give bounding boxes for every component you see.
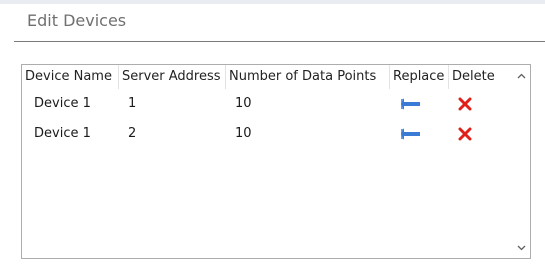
delete-x-icon[interactable] [458,127,472,141]
edit-devices-panel: Edit Devices Device Name Server Address … [0,0,545,268]
server-address-cell: 2 [128,126,137,141]
table-row[interactable]: Device 1 1 10 [22,93,503,115]
scroll-up-button[interactable] [513,67,530,84]
server-address-cell: 1 [128,96,137,111]
scroll-down-button[interactable] [513,239,530,256]
table-row[interactable]: Device 1 2 10 [22,123,503,145]
chevron-down-icon [517,245,526,250]
vertical-scrollbar[interactable] [513,65,530,258]
replace-arrow-icon[interactable] [401,128,421,140]
column-header-replace[interactable]: Replace [390,65,449,89]
data-points-cell: 10 [235,126,252,141]
delete-cell [449,123,503,145]
chevron-up-icon [517,73,526,78]
delete-x-icon[interactable] [458,97,472,111]
device-name-cell: Device 1 [34,126,91,141]
title-divider [14,41,545,42]
delete-cell [449,93,503,115]
grid-header: Device Name Server Address Number of Dat… [22,65,503,89]
replace-cell [390,123,449,145]
column-header-data-points[interactable]: Number of Data Points [226,65,390,89]
column-header-server-address[interactable]: Server Address [119,65,226,89]
page-title: Edit Devices [27,11,127,30]
replace-arrow-icon[interactable] [401,98,421,110]
replace-cell [390,93,449,115]
column-header-delete[interactable]: Delete [449,65,503,89]
column-header-device-name[interactable]: Device Name [22,65,119,89]
top-strip [0,0,545,4]
devices-grid[interactable]: Device Name Server Address Number of Dat… [21,64,531,259]
data-points-cell: 10 [235,96,252,111]
device-name-cell: Device 1 [34,96,91,111]
